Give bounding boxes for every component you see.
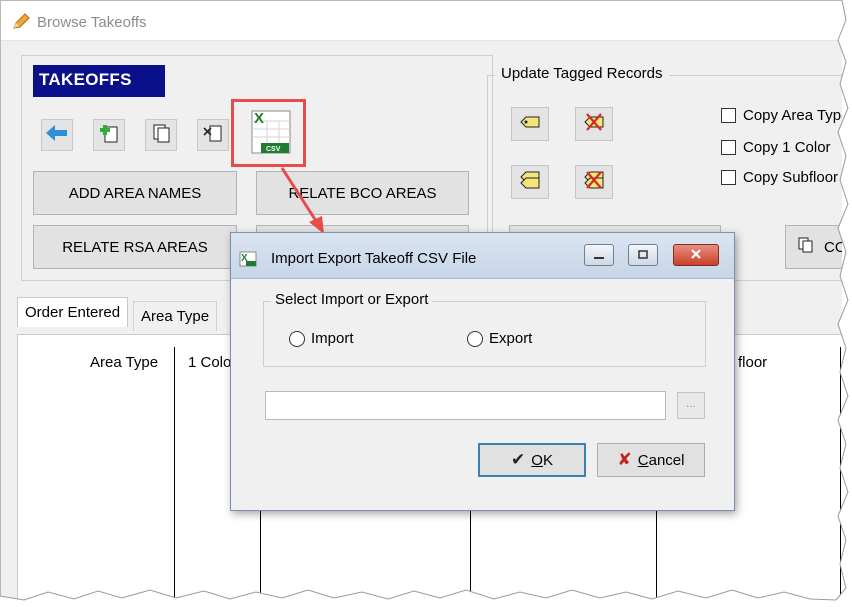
column-divider — [470, 505, 471, 600]
ok-button[interactable]: ✔ OK — [478, 443, 586, 477]
untag-icon — [583, 112, 605, 136]
checkbox-box[interactable] — [721, 170, 736, 185]
cancel-label: Cancel — [637, 451, 685, 469]
import-export-dialog: X Import Export Takeoff CSV File Select … — [230, 232, 735, 511]
copy-icon — [798, 237, 814, 257]
pencil-icon — [11, 13, 31, 35]
window-title: Browse Takeoffs — [37, 14, 147, 31]
tag-all-icon — [519, 170, 541, 194]
checkbox-box[interactable] — [721, 140, 736, 155]
relate-bco-areas-button[interactable]: RELATE BCO AREAS — [256, 171, 469, 215]
browse-button[interactable]: ... — [677, 392, 705, 419]
add-area-names-button[interactable]: ADD AREA NAMES — [33, 171, 237, 215]
checkbox-label: Copy Area Type — [743, 107, 842, 124]
excel-csv-icon: X — [238, 250, 258, 272]
delete-record-button[interactable] — [197, 119, 229, 151]
tag-all-button[interactable] — [511, 165, 549, 199]
dialog-title: Import Export Takeoff CSV File — [271, 250, 477, 267]
dialog-titlebar[interactable]: X Import Export Takeoff CSV File — [231, 233, 734, 279]
back-arrow-icon — [46, 124, 68, 146]
column-header-area-type[interactable]: Area Type — [90, 354, 158, 371]
column-divider — [174, 347, 175, 600]
close-icon — [690, 247, 702, 264]
untag-all-icon — [583, 170, 605, 194]
ok-label: OK — [531, 451, 553, 469]
export-radio[interactable]: Export — [467, 330, 532, 347]
tag-copy-button[interactable] — [511, 107, 549, 141]
back-button[interactable] — [41, 119, 73, 151]
copy-button-label: CO — [824, 238, 842, 256]
checkbox-label: Copy Subfloor — [743, 169, 839, 186]
copy-record-icon — [150, 122, 172, 148]
import-export-legend: Select Import or Export — [271, 291, 433, 308]
tab-area-type[interactable]: Area Type — [133, 301, 218, 331]
minimize-button[interactable] — [584, 244, 614, 266]
untag-all-button[interactable] — [575, 165, 613, 199]
copy-1-color-checkbox[interactable]: Copy 1 Color — [721, 139, 831, 156]
tag-icon — [520, 115, 540, 133]
checkbox-label: Copy 1 Color — [743, 139, 831, 156]
export-radio-label: Export — [489, 330, 533, 347]
takeoffs-badge: TAKEOFFS — [33, 65, 165, 97]
checkbox-box[interactable] — [721, 108, 736, 123]
add-record-button[interactable] — [93, 119, 125, 151]
column-divider — [840, 347, 841, 600]
maximize-button[interactable] — [628, 244, 658, 266]
column-header-1-color[interactable]: 1 Colo — [188, 354, 231, 371]
tab-order-entered[interactable]: Order Entered — [17, 297, 129, 327]
radio-circle[interactable] — [289, 330, 305, 347]
column-divider — [260, 505, 261, 600]
add-record-icon — [98, 122, 120, 148]
column-header-subfloor[interactable]: floor — [738, 354, 767, 371]
close-button[interactable] — [673, 244, 719, 266]
window-titlebar: Browse Takeoffs — [1, 1, 842, 41]
file-path-input[interactable] — [265, 391, 666, 420]
import-radio-label: Import — [311, 330, 354, 347]
copy-record-button[interactable] — [145, 119, 177, 151]
check-icon: ✔ — [511, 450, 526, 469]
delete-record-icon — [202, 122, 224, 148]
import-radio[interactable]: Import — [289, 330, 354, 347]
radio-circle[interactable] — [467, 330, 483, 347]
relate-rsa-areas-button[interactable]: RELATE RSA AREAS — [33, 225, 237, 269]
maximize-icon — [637, 247, 649, 264]
csv-button-highlight — [231, 99, 306, 167]
column-divider — [656, 505, 657, 600]
copy-subfloor-checkbox[interactable]: Copy Subfloor — [721, 169, 838, 186]
copy-button[interactable]: CO — [785, 225, 842, 269]
minimize-icon — [593, 247, 605, 264]
untag-button[interactable] — [575, 107, 613, 141]
cancel-button[interactable]: ✘ Cancel — [597, 443, 705, 477]
update-tagged-legend: Update Tagged Records — [495, 65, 669, 82]
copy-area-type-checkbox[interactable]: Copy Area Type — [721, 107, 842, 124]
x-icon: ✘ — [617, 450, 632, 469]
